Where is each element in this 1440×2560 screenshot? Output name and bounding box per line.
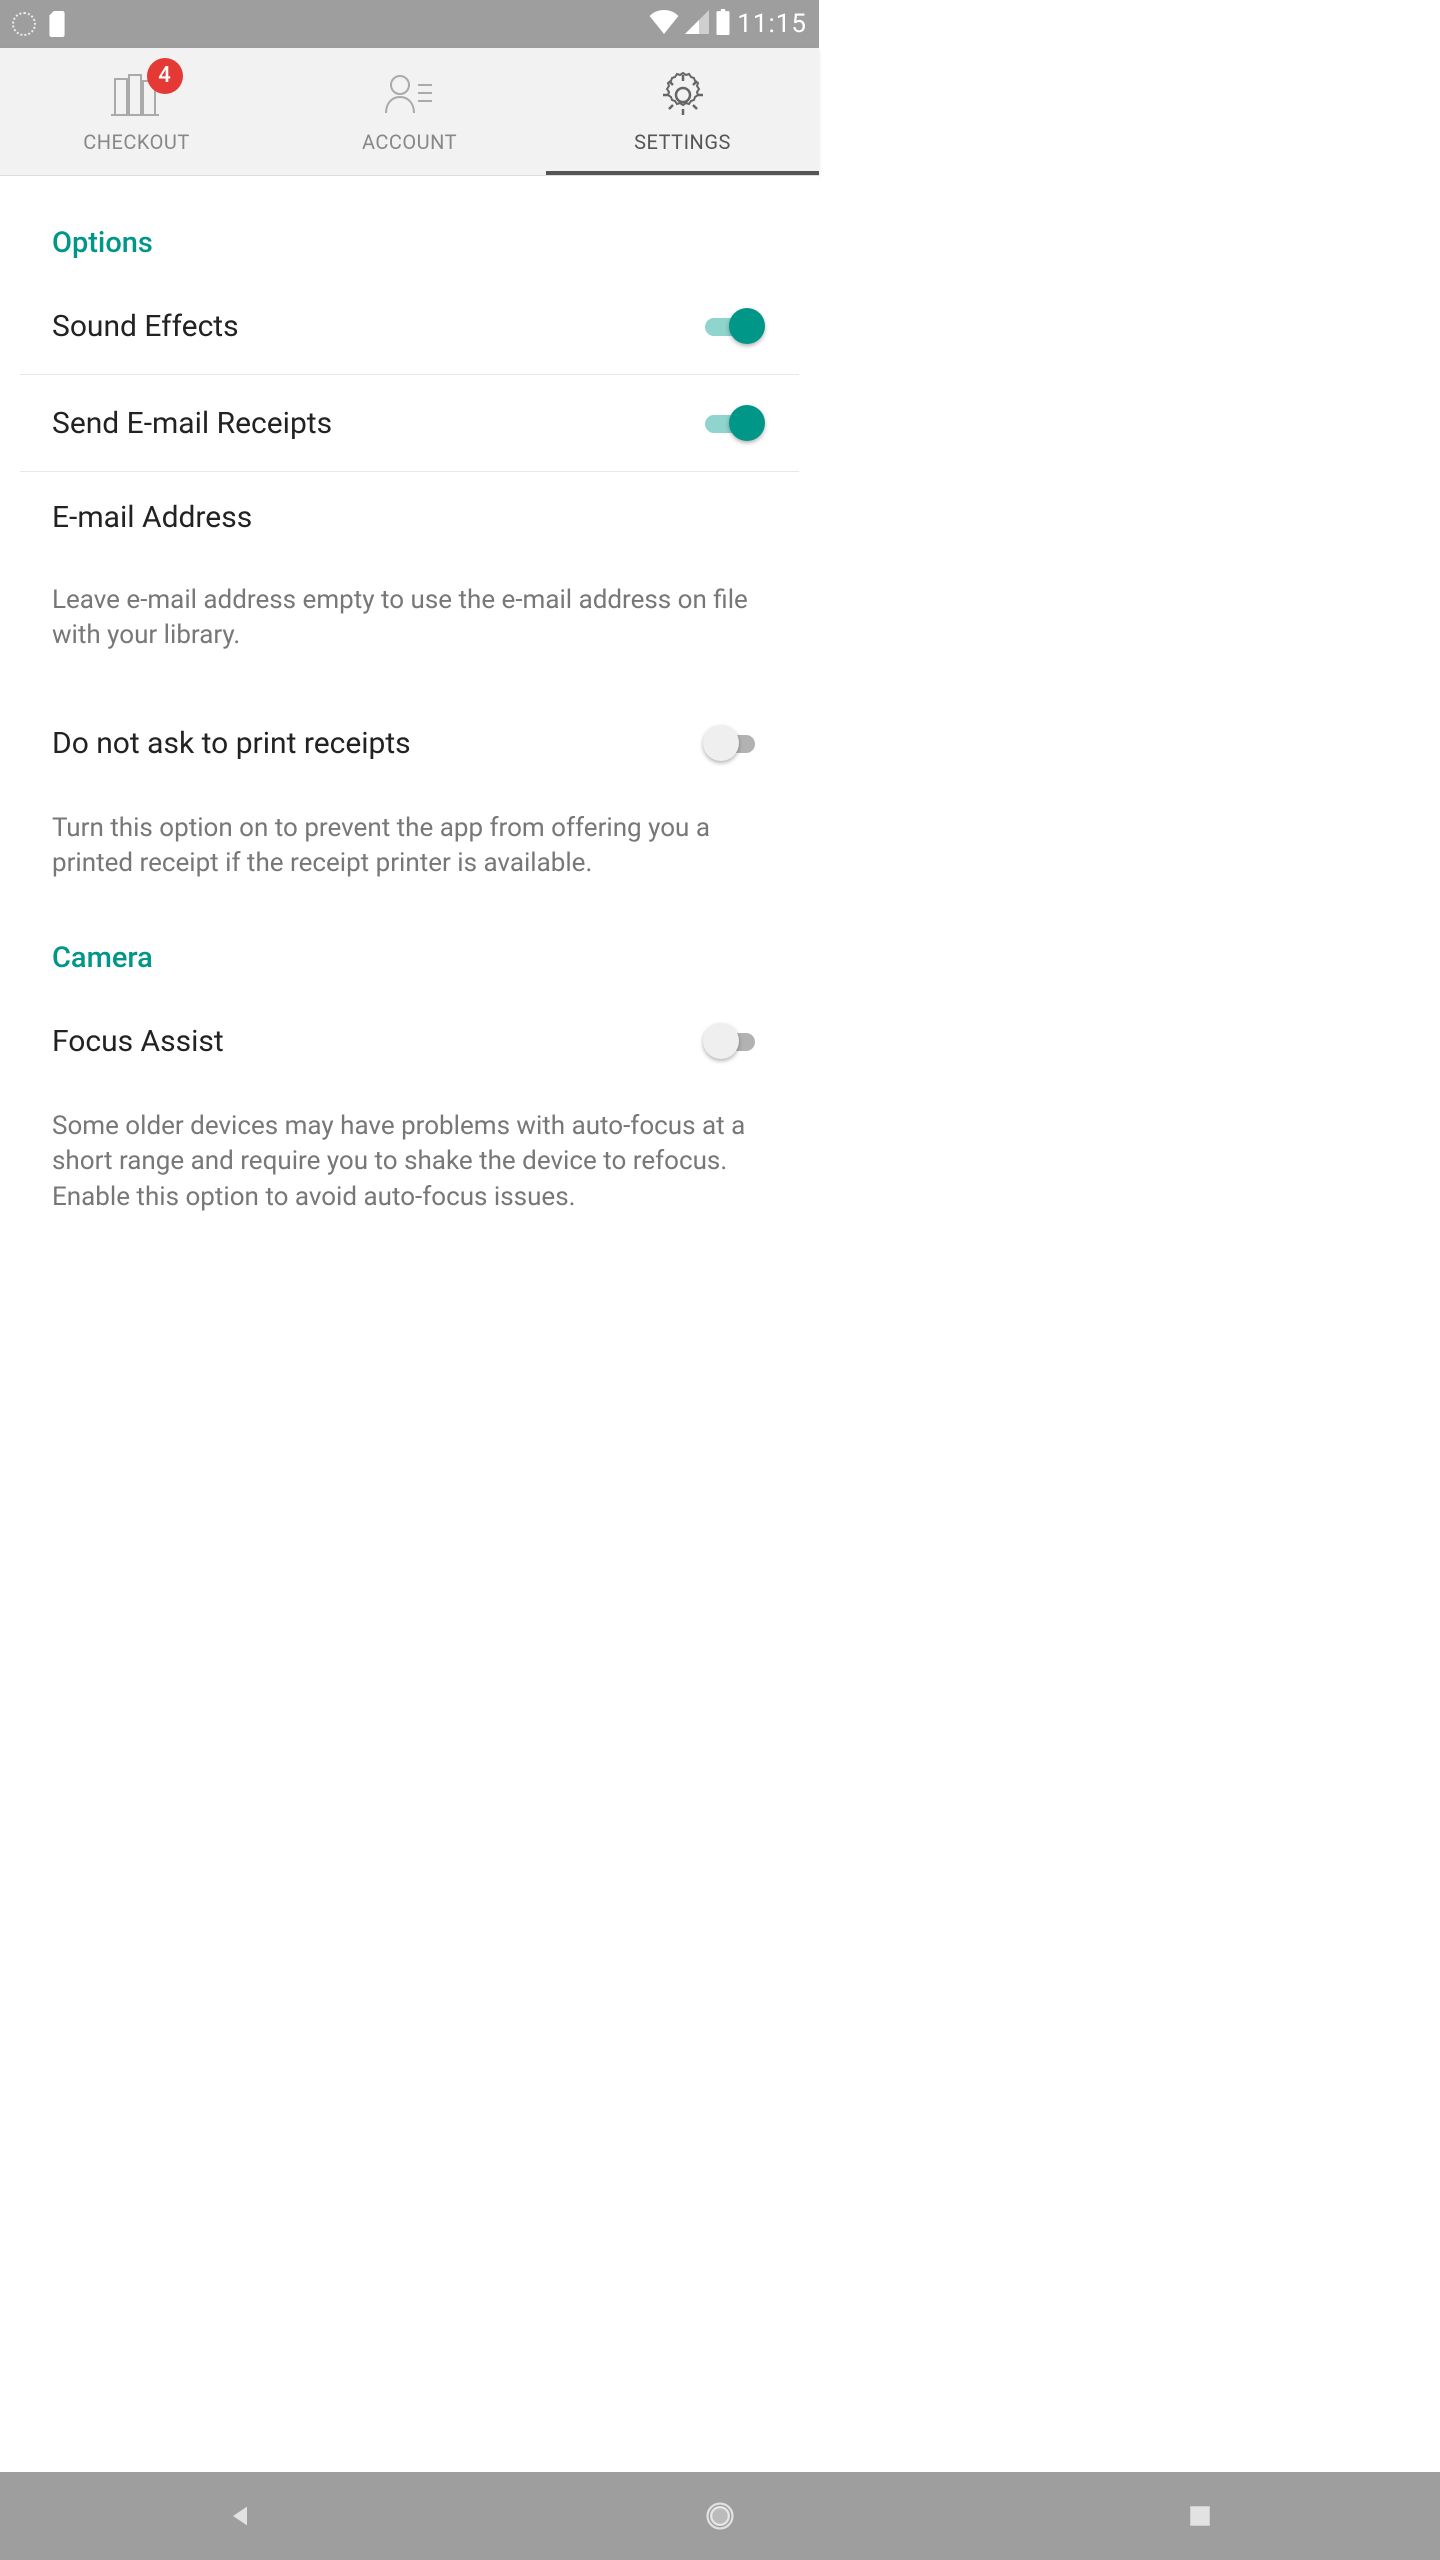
status-time: 11:15 bbox=[737, 9, 807, 39]
status-bar: 11:15 bbox=[0, 0, 819, 48]
battery-icon bbox=[715, 9, 731, 39]
account-person-icon bbox=[384, 70, 436, 120]
setting-focus-assist[interactable]: Focus Assist bbox=[20, 993, 799, 1089]
setting-description: Some older devices may have problems wit… bbox=[20, 1089, 799, 1244]
tab-label: SETTINGS bbox=[634, 130, 731, 154]
toggle-no-print[interactable] bbox=[705, 723, 767, 763]
sync-icon bbox=[12, 12, 36, 36]
section-header-camera: Camera bbox=[20, 911, 799, 993]
setting-label: E-mail Address bbox=[52, 500, 252, 535]
setting-sound-effects[interactable]: Sound Effects bbox=[20, 278, 799, 375]
setting-label: Do not ask to print receipts bbox=[52, 726, 411, 761]
wifi-icon bbox=[649, 10, 679, 38]
toggle-focus-assist[interactable] bbox=[705, 1021, 767, 1061]
settings-content: Options Sound Effects Send E-mail Receip… bbox=[0, 176, 819, 1245]
toggle-sound-effects[interactable] bbox=[705, 306, 767, 346]
nav-bar bbox=[0, 2472, 1440, 2560]
settings-gear-icon bbox=[659, 70, 707, 120]
tab-label: CHECKOUT bbox=[83, 130, 190, 154]
checkout-books-icon: 4 bbox=[109, 70, 165, 120]
setting-label: Focus Assist bbox=[52, 1024, 224, 1059]
sd-card-icon bbox=[46, 11, 68, 37]
setting-no-print[interactable]: Do not ask to print receipts bbox=[20, 683, 799, 791]
nav-recent-button[interactable] bbox=[1184, 2500, 1216, 2532]
setting-label: Sound Effects bbox=[52, 309, 239, 344]
tab-account[interactable]: ACCOUNT bbox=[273, 48, 546, 175]
signal-icon bbox=[685, 10, 709, 38]
setting-description: Turn this option on to prevent the app f… bbox=[20, 791, 799, 911]
tab-checkout[interactable]: 4 CHECKOUT bbox=[0, 48, 273, 175]
tab-label: ACCOUNT bbox=[362, 130, 457, 154]
tab-settings[interactable]: SETTINGS bbox=[546, 48, 819, 175]
section-header-options: Options bbox=[20, 176, 799, 278]
toggle-send-receipts[interactable] bbox=[705, 403, 767, 443]
setting-label: Send E-mail Receipts bbox=[52, 406, 332, 441]
nav-home-button[interactable] bbox=[704, 2500, 736, 2532]
setting-description: Leave e-mail address empty to use the e-… bbox=[20, 563, 799, 683]
tab-bar: 4 CHECKOUT ACCOUNT SETTINGS bbox=[0, 48, 819, 176]
setting-email-address[interactable]: E-mail Address bbox=[20, 472, 799, 563]
nav-back-button[interactable] bbox=[224, 2500, 256, 2532]
setting-send-receipts[interactable]: Send E-mail Receipts bbox=[20, 375, 799, 472]
checkout-badge: 4 bbox=[147, 58, 183, 94]
